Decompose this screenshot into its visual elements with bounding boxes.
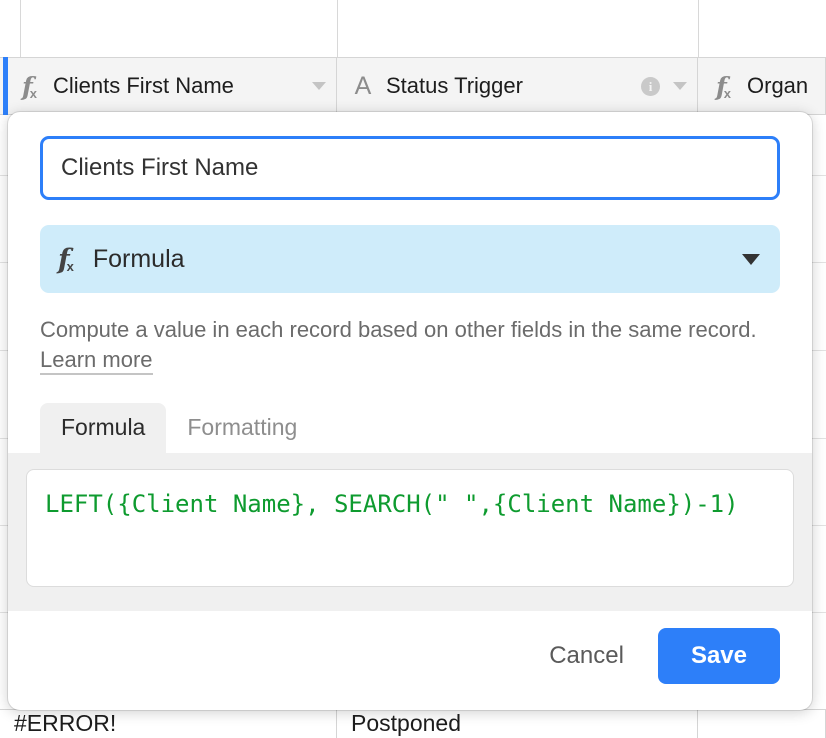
formula-fx-icon: fx [22,71,37,101]
description-text: Compute a value in each record based on … [40,317,757,342]
column-header-label: Clients First Name [53,73,234,98]
formula-input[interactable]: LEFT({Client Name}, SEARCH(" ",{Client N… [26,468,794,587]
learn-more-link[interactable]: Learn more [40,346,153,375]
save-button[interactable]: Save [657,628,780,684]
tab-formatting[interactable]: Formatting [166,403,318,453]
chevron-down-icon[interactable] [673,82,687,90]
chevron-down-icon[interactable] [742,253,760,265]
column-header-actions [302,82,326,90]
column-header-clients-first-name[interactable]: fx Clients First Name [0,57,337,115]
cancel-button[interactable]: Cancel [527,630,646,682]
tab-formula[interactable]: Formula [40,402,167,453]
field-type-label: Formula [92,244,185,273]
field-type-select[interactable]: fx Formula [40,225,780,293]
column-header-row: fx Clients First Name A Status Trigger i… [0,57,826,115]
field-type-description: Compute a value in each record based on … [40,315,770,375]
column-header-status-trigger[interactable]: A Status Trigger i [337,58,698,114]
table-cell[interactable]: #ERROR! [0,710,337,738]
info-icon[interactable]: i [641,76,660,96]
dialog-footer: Cancel Save [8,628,812,710]
table-cell[interactable]: Postponed [337,710,698,738]
chevron-down-icon[interactable] [312,82,326,90]
field-editor-dialog: Clients First Name fx Formula Compute a … [8,112,812,710]
column-header-organization[interactable]: fx Organ [698,58,826,114]
field-name-input[interactable]: Clients First Name [40,136,780,200]
formula-fx-icon: fx [716,71,731,101]
single-line-text-a-icon: A [354,71,372,100]
table-row[interactable]: #ERROR! Postponed [0,709,826,738]
formula-panel: LEFT({Client Name}, SEARCH(" ",{Client N… [8,452,812,611]
formula-fx-icon: fx [58,243,74,275]
table-cell[interactable] [698,710,826,738]
field-name-value: Clients First Name [61,154,259,181]
editor-tabs: Formula Formatting [40,402,812,453]
column-header-label: Organ [747,73,809,98]
column-header-actions: i [631,76,687,96]
column-header-label: Status Trigger [386,73,523,98]
